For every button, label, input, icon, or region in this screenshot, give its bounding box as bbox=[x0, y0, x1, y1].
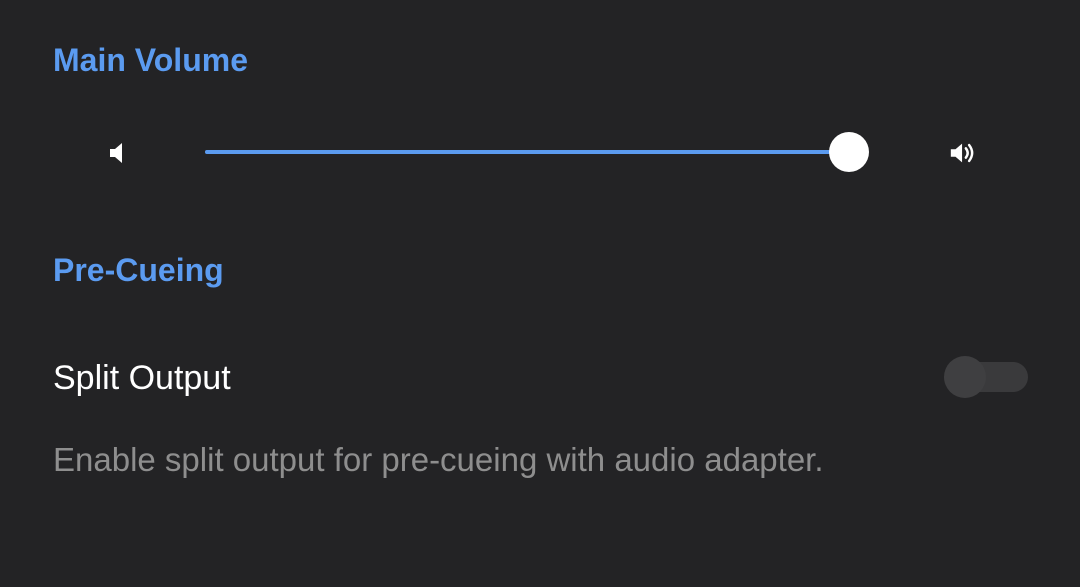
slider-fill bbox=[205, 150, 849, 154]
pre-cueing-header: Pre-Cueing bbox=[53, 252, 224, 288]
split-output-description: Enable split output for pre-cueing with … bbox=[53, 441, 824, 478]
split-output-toggle[interactable] bbox=[944, 356, 1028, 398]
volume-low-icon[interactable] bbox=[102, 138, 132, 168]
split-output-title: Split Output bbox=[53, 359, 231, 397]
toggle-knob bbox=[944, 356, 986, 398]
main-volume-row bbox=[0, 120, 1080, 184]
main-volume-header: Main Volume bbox=[53, 42, 248, 78]
main-volume-slider[interactable] bbox=[205, 132, 869, 172]
volume-high-icon[interactable] bbox=[948, 138, 978, 168]
slider-thumb[interactable] bbox=[829, 132, 869, 172]
